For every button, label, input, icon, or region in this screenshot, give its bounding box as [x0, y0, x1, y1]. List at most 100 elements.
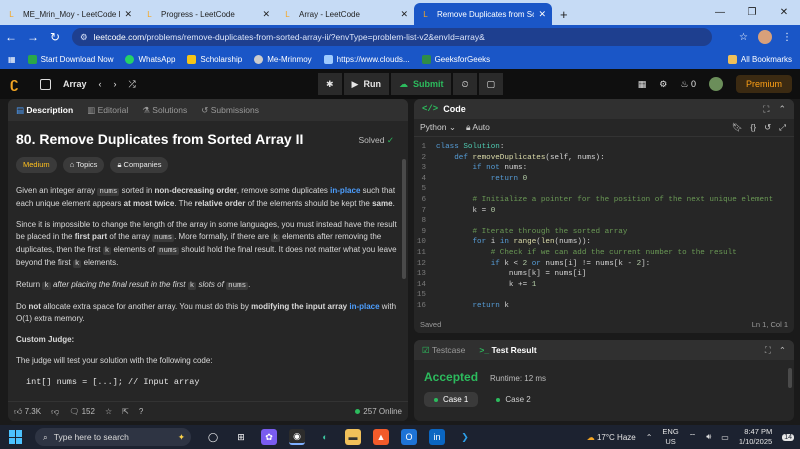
comments-button[interactable]: 🗨︎ 152 [69, 407, 95, 416]
problem-list-icon[interactable] [40, 78, 51, 90]
close-icon[interactable]: ✕ [124, 9, 132, 20]
code-icon: </> [422, 104, 439, 114]
maximize-icon[interactable]: ⛶ [765, 345, 771, 356]
new-tab-button[interactable]: + [552, 3, 576, 25]
problem-list-label[interactable]: Array [63, 79, 87, 89]
scrollbar[interactable] [788, 368, 792, 388]
brave-icon[interactable]: ▲ [373, 429, 389, 445]
share-icon[interactable]: ⇱ [122, 407, 129, 416]
volume-icon[interactable]: 🔊︎ [706, 432, 711, 442]
auto-mode[interactable]: 🔒︎ Auto [466, 122, 490, 133]
topics-chip[interactable]: ⌂ Topics [62, 157, 105, 173]
linkedin-icon[interactable]: in [429, 429, 445, 445]
tab-submissions[interactable]: ↺ Submissions [201, 105, 259, 116]
close-window-icon[interactable]: ✕ [768, 7, 800, 18]
braces-icon[interactable]: {} [750, 122, 756, 133]
help-icon[interactable]: ? [139, 407, 143, 416]
run-button[interactable]: ▶ Run [343, 73, 389, 95]
language-select[interactable]: Python ⌄ [420, 122, 456, 133]
reset-icon[interactable]: ↺ [764, 122, 771, 133]
premium-button[interactable]: Premium [735, 75, 792, 93]
restore-icon[interactable]: ❐ [736, 7, 768, 18]
expand-icon[interactable]: ⤢ [779, 122, 786, 133]
close-icon[interactable]: ✕ [400, 9, 408, 20]
tab-solutions[interactable]: ⚗ Solutions [142, 105, 187, 116]
browser-tab-array[interactable]: L Array - LeetCode ✕ [276, 3, 414, 25]
site-info-icon[interactable]: ⚙ [80, 32, 88, 43]
task-view-icon[interactable]: ◯ [205, 429, 221, 445]
outlook-icon[interactable]: O [401, 429, 417, 445]
battery-icon[interactable]: ▭ [721, 433, 729, 442]
collapse-icon[interactable]: ⌃ [778, 104, 786, 115]
companies-chip[interactable]: 🔒︎ Companies [110, 157, 169, 173]
all-bookmarks[interactable]: All Bookmarks [727, 54, 792, 64]
notes-button[interactable]: ▢ [478, 73, 504, 95]
shuffle-icon[interactable]: ⤮ [129, 79, 136, 90]
bookmark-me-mrinmoy[interactable]: Me-Mrinmoy [254, 54, 312, 64]
problem-title[interactable]: 80. Remove Duplicates from Sorted Array … [16, 132, 400, 146]
bookmark-scholarship[interactable]: Scholarship [187, 54, 243, 64]
dislike-icon[interactable]: 👎︎ [51, 407, 59, 417]
saved-status: Saved [420, 319, 442, 329]
layout-grid-icon[interactable]: ▦ [638, 79, 647, 90]
reload-icon[interactable]: ↻ [44, 30, 66, 44]
prev-problem-icon[interactable]: ‹ [99, 79, 102, 89]
bookmark-clouds[interactable]: https://www.clouds... [323, 54, 410, 64]
copilot-icon[interactable]: ✿ [261, 429, 277, 445]
language-indicator[interactable]: ENG US [662, 427, 678, 447]
close-icon[interactable]: ✕ [538, 9, 546, 20]
url-field[interactable]: ⚙ leetcode.com/problems/remove-duplicate… [72, 28, 712, 46]
tab-test-result[interactable]: >_ Test Result [479, 345, 536, 355]
tab-description[interactable]: ▤ Description [16, 105, 73, 116]
browser-tab-profile[interactable]: L ME_Mrin_Moy - LeetCode Profi ✕ [0, 3, 138, 25]
maximize-icon[interactable]: ⛶ [763, 104, 769, 115]
settings-gear-icon[interactable]: ⚙ [659, 79, 667, 90]
case-2-tab[interactable]: Case 2 [486, 392, 540, 407]
submit-button[interactable]: ☁ Submit [390, 73, 452, 95]
tray-chevron-icon[interactable]: ⌃ [646, 433, 653, 442]
like-button[interactable]: 👍︎ 7.3K [14, 407, 41, 417]
network-icon[interactable]: ⌔ [689, 432, 697, 442]
bookmark-label: Scholarship [200, 54, 243, 64]
user-avatar[interactable] [708, 77, 723, 91]
bookmark-whatsapp[interactable]: WhatsApp [125, 54, 175, 64]
weather[interactable]: ☁ 17°C Haze [587, 433, 636, 442]
browser-tab-remove-duplicates[interactable]: L Remove Duplicates from Sorted ✕ [414, 3, 552, 25]
notification-badge[interactable]: 14 [782, 433, 794, 441]
clock[interactable]: 8:47 PM 1/10/2025 [739, 427, 772, 447]
vscode-icon[interactable]: ❯ [457, 429, 473, 445]
edge-icon[interactable]: ◐ [317, 429, 333, 445]
browser-tab-progress[interactable]: L Progress - LeetCode ✕ [138, 3, 276, 25]
windows-start-icon[interactable] [9, 430, 23, 444]
collapse-icon[interactable]: ⌃ [779, 345, 786, 356]
back-arrow-icon[interactable]: ← [0, 30, 22, 44]
code-line: 13 nums[k] = nums[i] [416, 270, 587, 279]
chrome-icon[interactable]: ◉ [289, 429, 305, 445]
tab-editorial[interactable]: ▥ Editorial [87, 105, 128, 116]
next-problem-icon[interactable]: › [114, 79, 117, 89]
bookmark-geeksforgeeks[interactable]: GeeksforGeeks [421, 54, 490, 64]
leetcode-logo-icon[interactable]: ʗ [10, 75, 28, 93]
minimize-icon[interactable]: — [704, 7, 736, 18]
timer-button[interactable]: ⏲ [453, 73, 477, 95]
menu-dots-icon[interactable]: ⋮ [782, 32, 792, 43]
bookmark-icon[interactable]: 🔖︎ [732, 122, 743, 133]
pass-dot [496, 397, 501, 402]
debug-button[interactable]: ✱ [318, 73, 342, 95]
tab-label: Solutions [152, 104, 188, 115]
forward-arrow-icon[interactable]: → [22, 30, 44, 44]
tab-testcase[interactable]: ☑ Testcase [422, 345, 465, 356]
bookmark-start-download[interactable]: Start Download Now [27, 54, 113, 64]
case-1-tab[interactable]: Case 1 [424, 392, 479, 407]
favorite-star-icon[interactable]: ☆ [105, 407, 112, 416]
scrollbar[interactable] [402, 159, 406, 279]
profile-avatar[interactable] [758, 30, 772, 44]
streak-flame[interactable]: ♨ 0 [680, 79, 696, 90]
taskbar-search[interactable]: ⌕ Type here to search ✦ [35, 428, 191, 446]
code-editor[interactable]: 1 class Solution: 2 def removeDuplicates(… [414, 137, 794, 312]
widgets-icon[interactable]: ⊞ [233, 429, 249, 445]
apps-grid-icon[interactable]: ▦ [8, 55, 16, 64]
file-explorer-icon[interactable]: ▬ [345, 429, 361, 445]
bookmark-star-icon[interactable]: ☆ [739, 32, 748, 43]
close-icon[interactable]: ✕ [262, 9, 270, 20]
